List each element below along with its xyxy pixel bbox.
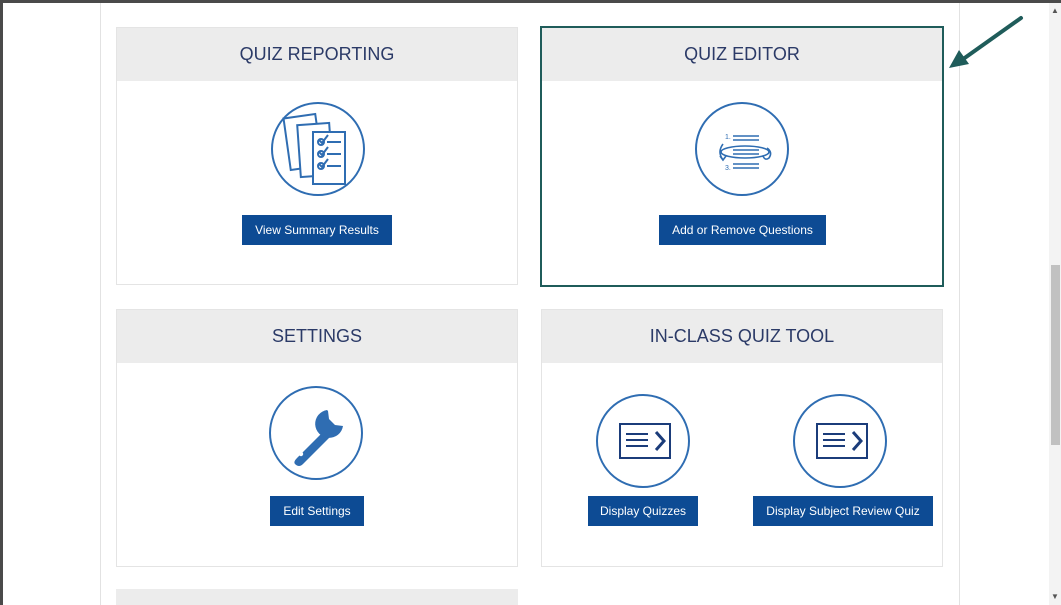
next-card-header: [116, 589, 518, 605]
reorder-list-icon: 1. 3.: [695, 102, 789, 196]
card-title: IN-CLASS QUIZ TOOL: [542, 310, 942, 363]
card-title: QUIZ EDITOR: [542, 28, 942, 81]
in-class-quiz-tool-card: IN-CLASS QUIZ TOOL Display Quizzes Displ…: [541, 309, 943, 567]
edit-settings-button[interactable]: Edit Settings: [270, 496, 364, 526]
scroll-up-arrow-icon[interactable]: ▲: [1049, 5, 1061, 17]
display-subject-review-quiz-button[interactable]: Display Subject Review Quiz: [753, 496, 933, 526]
annotation-arrow-icon: [949, 16, 1023, 68]
svg-text:3.: 3.: [725, 165, 731, 172]
window-left-border: [0, 0, 3, 605]
checklist-icon: [271, 102, 365, 196]
display-arrow-icon: [596, 394, 690, 488]
scroll-down-arrow-icon[interactable]: ▼: [1049, 591, 1061, 603]
add-or-remove-questions-button[interactable]: Add or Remove Questions: [659, 215, 826, 245]
card-title: SETTINGS: [117, 310, 517, 363]
card-title: QUIZ REPORTING: [117, 28, 517, 81]
svg-text:1.: 1.: [725, 134, 731, 141]
wrench-icon: [269, 386, 363, 480]
quiz-reporting-card: QUIZ REPORTING View Summary Results: [116, 27, 518, 285]
settings-card: SETTINGS Edit Settings: [116, 309, 518, 567]
vertical-scrollbar[interactable]: ▲ ▼: [1049, 3, 1061, 605]
quiz-editor-card: QUIZ EDITOR 1. 3. Add or Remove Question…: [540, 26, 944, 287]
scroll-thumb[interactable]: [1051, 265, 1060, 445]
display-quizzes-button[interactable]: Display Quizzes: [588, 496, 698, 526]
view-summary-results-button[interactable]: View Summary Results: [242, 215, 392, 245]
display-arrow-icon: [793, 394, 887, 488]
